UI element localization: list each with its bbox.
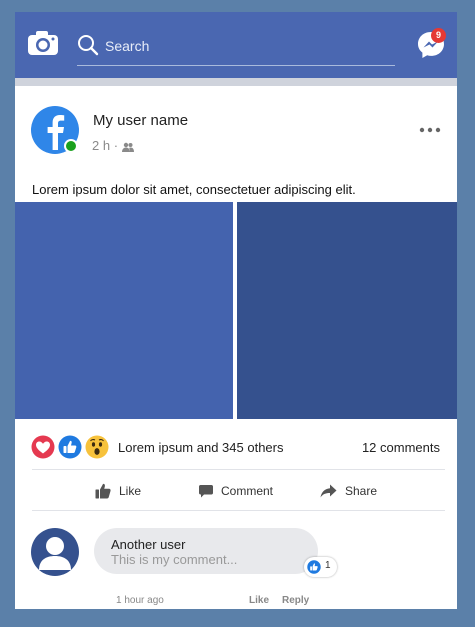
search-placeholder: Search <box>105 38 150 54</box>
like-button[interactable]: Like <box>95 480 141 502</box>
comment-label: Comment <box>221 484 274 498</box>
reactions-text: Lorem ipsum and 345 others <box>118 440 284 455</box>
camera-icon[interactable] <box>27 30 59 56</box>
like-label: Like <box>119 484 142 498</box>
post-header: My user name 2 h · Lorem ipsum dolor sit… <box>15 86 457 204</box>
love-reaction-icon <box>31 435 55 459</box>
comment: Another user This is my comment... 1 1 h… <box>15 520 457 609</box>
avatar[interactable] <box>31 528 79 576</box>
post-username[interactable]: My user name <box>93 112 188 129</box>
divider <box>32 469 445 470</box>
like-reaction-icon <box>58 435 82 459</box>
comment-text: This is my comment... <box>111 552 238 567</box>
online-status-dot <box>64 139 78 153</box>
comment-icon <box>199 485 213 498</box>
comment-time: 1 hour ago <box>116 595 164 606</box>
thumbs-up-icon <box>95 483 111 499</box>
top-bar-divider <box>15 78 457 86</box>
comment-button[interactable]: Comment <box>199 480 273 502</box>
top-bar: Search 9 <box>15 12 457 78</box>
divider <box>32 510 445 511</box>
comment-username[interactable]: Another user <box>111 537 185 552</box>
post-time: 2 h <box>92 138 111 153</box>
search-icon <box>78 35 99 56</box>
search-bar[interactable]: Search <box>77 34 395 66</box>
more-options-icon[interactable] <box>419 126 441 134</box>
user-silhouette-icon <box>39 537 71 570</box>
notification-badge: 9 <box>431 28 446 43</box>
comment-like-link[interactable]: Like <box>249 595 269 606</box>
post-image-right[interactable] <box>237 202 457 419</box>
comment-bubble[interactable]: Another user This is my comment... <box>94 528 318 574</box>
reactions-bar[interactable]: Lorem ipsum and 345 others 12 comments <box>15 430 457 470</box>
comment-like-count: 1 <box>325 560 331 571</box>
share-label: Share <box>345 484 378 498</box>
separator-dot: · <box>113 138 122 153</box>
comment-reaction-chip[interactable]: 1 <box>304 557 337 577</box>
wow-reaction-icon <box>85 435 109 459</box>
post-actions: Like Comment Share <box>15 474 457 508</box>
like-reaction-icon <box>307 560 321 574</box>
phone-frame: Search 9 My user name 2 h · Lorem ipsum … <box>15 12 457 609</box>
share-icon <box>320 484 337 498</box>
post-text: Lorem ipsum dolor sit amet, consectetuer… <box>32 182 356 197</box>
friends-icon <box>121 142 134 152</box>
post-image-left[interactable] <box>15 202 233 419</box>
share-button[interactable]: Share <box>320 480 377 502</box>
post-meta: 2 h · <box>92 138 134 153</box>
comments-count[interactable]: 12 comments <box>362 440 440 455</box>
comment-reply-link[interactable]: Reply <box>282 595 309 606</box>
